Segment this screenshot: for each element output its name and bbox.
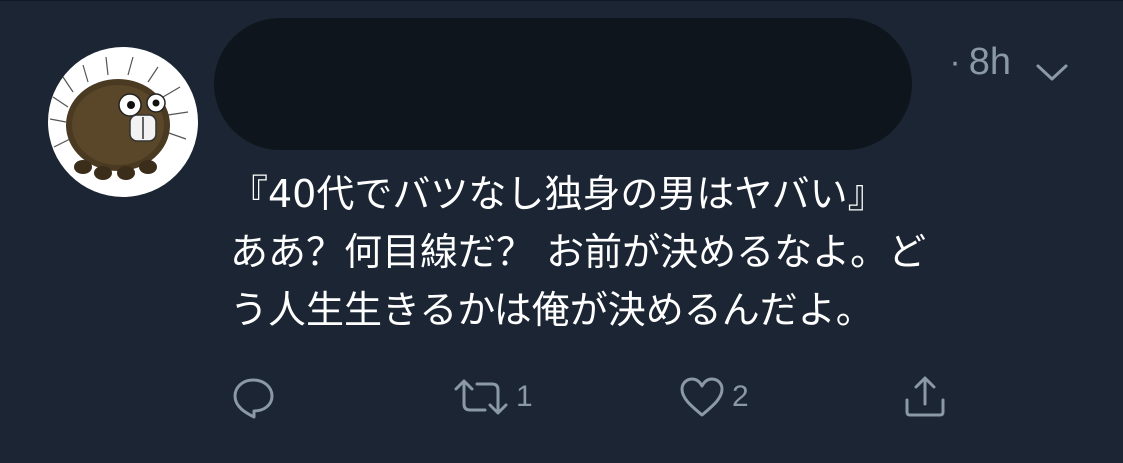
separator-dot: ·: [949, 43, 961, 81]
tweet-text-line: ああ？何目線だ？ お前が決めるなよ。ど: [230, 230, 927, 274]
tweet-actions: 1 2: [0, 367, 1123, 427]
like-button[interactable]: 2: [678, 367, 749, 427]
tweet-meta: · 8h: [949, 41, 1069, 84]
tweet-text: 『40代でバツなし独身の男はヤバい』 ああ？何目線だ？ お前が決めるなよ。ど う人生…: [230, 165, 1090, 339]
like-count: 2: [732, 380, 749, 413]
tweet-card[interactable]: · 8h 『40代でバツなし独身の男はヤバい』 ああ？何目線だ？ お前が決めるなよ…: [0, 0, 1123, 463]
hedgehog-icon: [49, 56, 189, 180]
retweet-icon: [454, 379, 508, 415]
retweet-count: 1: [516, 380, 533, 413]
timestamp[interactable]: 8h: [969, 41, 1011, 84]
share-button[interactable]: [902, 367, 948, 427]
retweet-button[interactable]: 1: [452, 367, 533, 427]
share-icon: [905, 376, 945, 417]
chevron-down-icon[interactable]: [1035, 51, 1069, 80]
avatar[interactable]: [48, 47, 198, 197]
reply-icon: [233, 378, 274, 419]
heart-icon: [680, 377, 724, 417]
tweet-text-line: う人生生きるかは俺が決めるんだよ。: [230, 288, 874, 332]
redacted-author-name: [214, 18, 912, 150]
reply-button[interactable]: [230, 367, 276, 427]
tweet-text-line: 『40代でバツなし独身の男はヤバい』: [230, 172, 886, 216]
